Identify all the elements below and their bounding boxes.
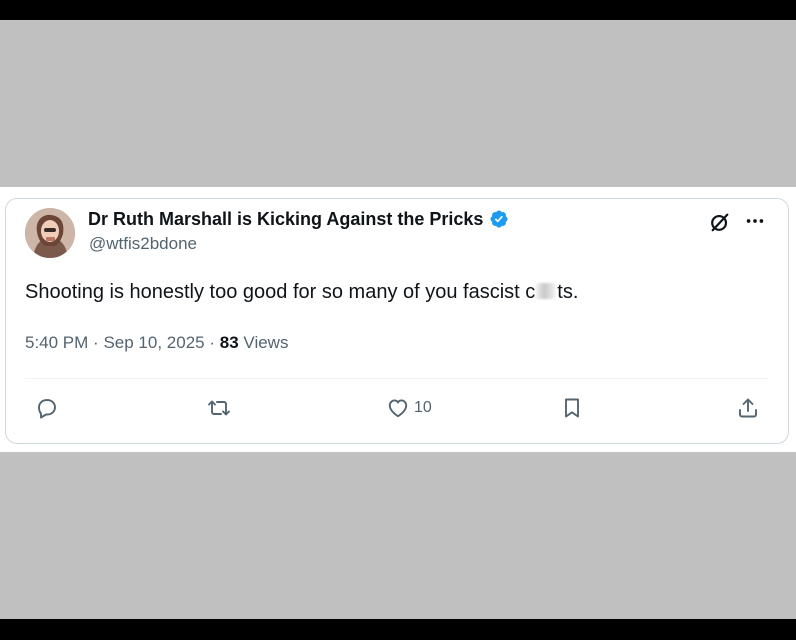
divider — [25, 378, 769, 379]
more-options-icon[interactable] — [742, 209, 768, 233]
bookmark-icon — [565, 398, 579, 418]
share-icon — [739, 398, 757, 418]
censored-blur — [536, 283, 557, 299]
avatar[interactable] — [25, 208, 75, 258]
heart-icon — [388, 399, 408, 418]
tweet-meta: 5:40 PM · Sep 10, 2025 · 83 Views — [25, 333, 288, 353]
like-button[interactable]: 10 — [386, 395, 432, 421]
share-button[interactable] — [736, 395, 760, 421]
tweet-time[interactable]: 5:40 PM — [25, 333, 88, 352]
reply-button[interactable] — [35, 395, 59, 421]
meta-separator-2: · — [209, 333, 216, 352]
author-row: Dr Ruth Marshall is Kicking Against the … — [88, 207, 509, 231]
avatar-image — [25, 208, 75, 258]
views-label: Views — [243, 333, 289, 352]
retweet-icon — [208, 400, 230, 416]
tweet-date[interactable]: Sep 10, 2025 — [103, 333, 204, 352]
bookmark-button[interactable] — [560, 395, 584, 421]
reply-icon — [38, 399, 56, 419]
meta-separator: · — [93, 333, 99, 352]
display-name[interactable]: Dr Ruth Marshall is Kicking Against the … — [88, 209, 483, 230]
like-count: 10 — [414, 399, 432, 416]
grok-icon[interactable] — [709, 211, 731, 233]
views-count: 83 — [219, 333, 239, 352]
verified-badge-icon[interactable] — [489, 209, 509, 229]
retweet-button[interactable] — [207, 395, 231, 421]
top-gray-band — [0, 20, 796, 187]
tweet-text-end: ts. — [557, 281, 579, 303]
handle[interactable]: @wtfis2bdone — [89, 234, 197, 254]
tweet-text-start: Shooting is honestly too good for so man… — [25, 281, 536, 303]
tweet-text: Shooting is honestly too good for so man… — [25, 281, 578, 304]
tweet-card: Dr Ruth Marshall is Kicking Against the … — [5, 198, 789, 444]
bottom-gray-band — [0, 452, 796, 619]
